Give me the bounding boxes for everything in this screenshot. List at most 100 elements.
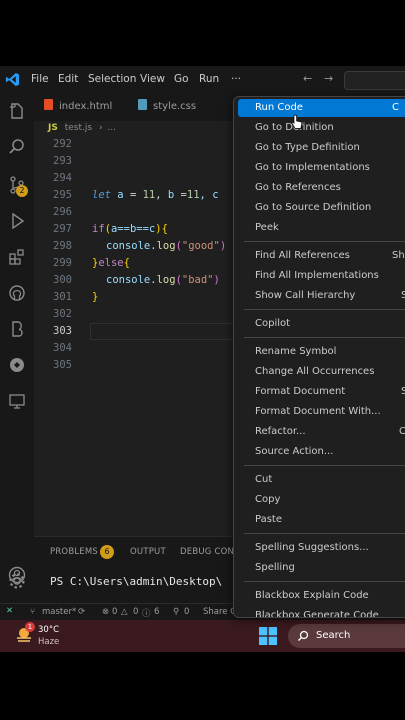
branch-name[interactable]: master* [42,607,76,617]
weather-temperature[interactable]: 30°C [38,625,59,635]
menu-item-run-code[interactable]: Run Code [255,102,303,113]
current-line-highlight [90,323,242,340]
menu-item-source-action[interactable]: Source Action... [255,446,333,457]
line-number: 300 [53,274,72,286]
string-literal: "good" [181,240,220,252]
menu-item-blackbox-generate-code[interactable]: Blackbox Generate Code [255,610,379,617]
windows-start-icon[interactable] [259,627,277,645]
remote-explorer-icon[interactable] [7,391,27,411]
menu-item-blackbox-explain-code[interactable]: Blackbox Explain Code [255,590,369,601]
blackbox-icon[interactable] [7,319,27,339]
brace: } [92,291,99,303]
code-line-298[interactable]: console.log("good") [106,240,226,252]
menu-shortcut: S [401,386,405,397]
breadcrumb[interactable]: JS test.js › ... [48,123,116,133]
taskbar-search[interactable]: Search [288,624,405,648]
ports-icon: ⚲ [173,607,180,617]
menu-item-go-to-implementations[interactable]: Go to Implementations [255,162,370,173]
menu-item-go-to-references[interactable]: Go to References [255,182,341,193]
search-icon[interactable] [7,137,27,157]
menu-item-paste[interactable]: Paste [255,514,282,525]
settings-gear-icon[interactable] [7,571,27,591]
menu-separator [244,581,405,582]
code-line-301[interactable]: } [92,291,98,303]
nav-back-icon[interactable]: ← [303,72,312,85]
error-icon: ⊗ [102,607,110,617]
source-control-badge: 2 [16,185,28,197]
search-label: Search [316,630,351,641]
code-line-300[interactable]: console.log("bad") [106,274,220,286]
line-number: 297 [53,223,72,235]
menu-item-rename-symbol[interactable]: Rename Symbol [255,346,336,357]
line-number: 294 [53,172,72,184]
live-share-icon[interactable] [7,355,27,375]
live-share-status[interactable]: Share C [203,607,236,617]
keyword-else: else [98,257,124,269]
menu-view[interactable]: View [140,73,165,85]
menu-item-copy[interactable]: Copy [255,494,280,505]
menu-run[interactable]: Run [199,73,219,85]
menu-item-find-all-references[interactable]: Find All References [255,250,350,261]
menu-edit[interactable]: Edit [58,73,78,85]
tab-debug-console[interactable]: DEBUG CONS [180,547,240,557]
menu-item-spelling-suggestions[interactable]: Spelling Suggestions... [255,542,369,553]
string-literal: "bad" [181,274,214,286]
brace: { [161,223,168,235]
menu-item-peek[interactable]: Peek [255,222,279,233]
code-line-297[interactable]: if(a==b==c){ [92,223,168,235]
menu-item-change-all-occurrences[interactable]: Change All Occurrences [255,366,374,377]
menu-file[interactable]: File [31,73,49,85]
menu-item-cut[interactable]: Cut [255,474,272,485]
context-menu: Run Code C Go to Definition Go to Type D… [233,96,405,618]
line-number: 295 [53,189,72,201]
extensions-icon[interactable] [7,247,27,267]
sync-icon[interactable]: ⟳ [78,607,85,617]
breadcrumb-rest[interactable]: ... [107,123,116,133]
run-debug-icon[interactable] [7,211,27,231]
explorer-icon[interactable] [7,101,27,121]
menu-item-find-all-implementations[interactable]: Find All Implementations [255,270,379,281]
remote-icon[interactable]: ✕ [6,606,13,616]
code-line-299[interactable]: }else{ [92,257,130,269]
breadcrumb-file[interactable]: test.js [65,123,92,133]
code-line-295[interactable]: let a = 11, b =11, c [92,189,219,201]
tab-label: style.css [153,101,197,112]
html-file-icon [44,99,53,110]
menu-item-go-to-type-definition[interactable]: Go to Type Definition [255,142,360,153]
tab-output[interactable]: OUTPUT [130,547,166,557]
terminal-prompt[interactable]: PS C:\Users\admin\Desktop\ [50,575,222,588]
menu-item-show-call-hierarchy[interactable]: Show Call Hierarchy [255,290,355,301]
function-log: log [156,240,176,252]
menu-shortcut: C [399,426,405,437]
nav-forward-icon[interactable]: → [324,72,333,85]
menu-item-format-document-with[interactable]: Format Document With... [255,406,381,417]
vscode-logo-icon [5,72,20,87]
menu-separator [244,309,405,310]
info-count[interactable]: 6 [154,607,159,617]
tab-style-css[interactable]: style.css [138,93,196,121]
menu-go[interactable]: Go [174,73,189,85]
info-icon: ⓘ [142,609,151,619]
paren: ) [219,240,227,252]
command-center[interactable] [344,71,405,90]
menu-selection[interactable]: Selection [88,73,136,85]
menu-item-copilot[interactable]: Copilot [255,318,290,329]
error-count[interactable]: 0 [112,607,117,617]
menu-item-format-document[interactable]: Format Document [255,386,345,397]
tab-problems[interactable]: PROBLEMS [50,547,98,557]
menu-item-refactor[interactable]: Refactor... [255,426,306,437]
tab-index-html[interactable]: index.html [44,93,112,121]
ports-count[interactable]: 0 [184,607,189,617]
identifier-console: console [106,240,151,252]
js-file-icon: JS [48,123,58,133]
github-icon[interactable] [7,283,27,303]
warning-count[interactable]: 0 [133,607,138,617]
menu-more-icon[interactable]: ··· [231,73,241,85]
comma: , [155,189,168,201]
search-icon [297,630,309,642]
menu-shortcut: Shi [392,250,405,261]
menu-item-go-to-source-definition[interactable]: Go to Source Definition [255,202,371,213]
line-number: 298 [53,240,72,252]
menu-item-spelling[interactable]: Spelling [255,562,295,573]
line-number: 302 [53,308,72,320]
